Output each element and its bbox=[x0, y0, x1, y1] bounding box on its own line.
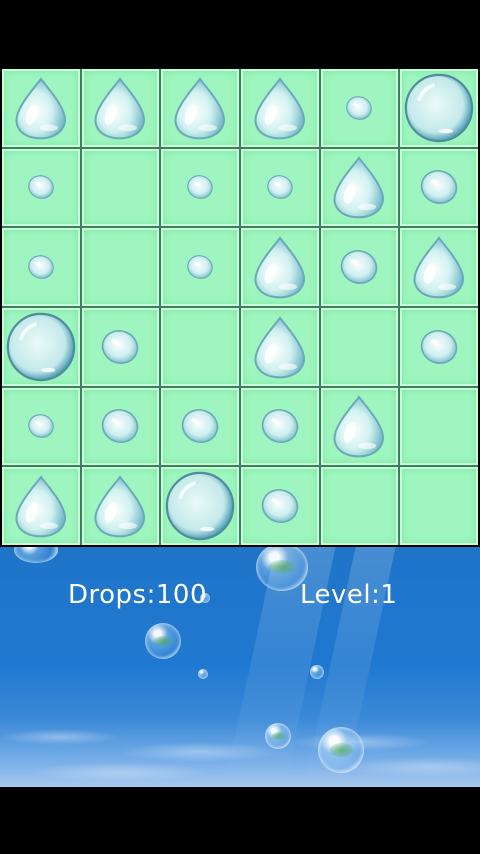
large-drop-icon bbox=[167, 75, 233, 141]
small-drop-icon bbox=[24, 253, 58, 281]
board-tile[interactable] bbox=[2, 387, 80, 466]
drops-counter: Drops:100 bbox=[68, 580, 207, 610]
large-drop-icon bbox=[247, 75, 313, 141]
floating-bubble bbox=[145, 623, 181, 659]
board-tile[interactable] bbox=[240, 387, 319, 466]
level-indicator: Level:1 bbox=[300, 580, 398, 610]
large-drop-icon bbox=[87, 75, 153, 141]
large-drop-icon bbox=[247, 234, 313, 300]
board-tile[interactable] bbox=[161, 307, 239, 386]
board-tile[interactable] bbox=[161, 228, 239, 306]
medium-drop-icon bbox=[176, 406, 224, 446]
board-tile[interactable] bbox=[81, 387, 160, 466]
medium-drop-icon bbox=[415, 327, 463, 367]
board-tile[interactable] bbox=[320, 228, 399, 306]
board-tile[interactable] bbox=[81, 148, 160, 227]
large-drop-icon bbox=[87, 473, 153, 539]
large-drop-icon bbox=[8, 75, 74, 141]
medium-drop-icon bbox=[96, 406, 144, 446]
small-drop-icon bbox=[263, 173, 297, 201]
medium-drop-icon bbox=[335, 247, 383, 287]
board-tile[interactable] bbox=[161, 387, 239, 466]
floating-bubble bbox=[198, 669, 208, 679]
board-tile[interactable] bbox=[320, 387, 399, 466]
board-tile[interactable] bbox=[2, 69, 80, 147]
small-drop-icon bbox=[342, 94, 376, 122]
board-tile[interactable] bbox=[81, 69, 160, 147]
board-tile[interactable] bbox=[400, 228, 478, 306]
board-tile[interactable] bbox=[400, 69, 478, 147]
floating-bubble bbox=[265, 723, 291, 749]
board-tile[interactable] bbox=[161, 69, 239, 147]
medium-drop-icon bbox=[256, 486, 304, 526]
board-tile[interactable] bbox=[320, 307, 399, 386]
board-tile[interactable] bbox=[320, 467, 399, 545]
bubble-icon bbox=[5, 311, 77, 383]
sea-floor bbox=[0, 717, 480, 787]
game-board bbox=[2, 69, 478, 545]
board-tile[interactable] bbox=[400, 148, 478, 227]
small-drop-icon bbox=[183, 173, 217, 201]
large-drop-icon bbox=[406, 234, 472, 300]
floating-bubble bbox=[310, 665, 324, 679]
board-tile[interactable] bbox=[320, 148, 399, 227]
board-tile[interactable] bbox=[81, 307, 160, 386]
board-tile[interactable] bbox=[2, 228, 80, 306]
board-tile[interactable] bbox=[161, 148, 239, 227]
bubble-icon bbox=[403, 72, 475, 144]
small-drop-icon bbox=[24, 412, 58, 440]
large-drop-icon bbox=[326, 154, 392, 220]
bubble-icon bbox=[164, 470, 236, 542]
board-tile[interactable] bbox=[2, 467, 80, 545]
small-drop-icon bbox=[183, 253, 217, 281]
board-tile[interactable] bbox=[240, 467, 319, 545]
large-drop-icon bbox=[8, 473, 74, 539]
board-tile[interactable] bbox=[320, 69, 399, 147]
board-tile[interactable] bbox=[400, 307, 478, 386]
large-drop-icon bbox=[247, 314, 313, 380]
board-tile[interactable] bbox=[400, 467, 478, 545]
board-tile[interactable] bbox=[400, 387, 478, 466]
floating-bubble bbox=[318, 727, 364, 773]
board-tile[interactable] bbox=[240, 148, 319, 227]
board-tile[interactable] bbox=[2, 148, 80, 227]
medium-drop-icon bbox=[415, 167, 463, 207]
board-tile[interactable] bbox=[240, 228, 319, 306]
board-tile[interactable] bbox=[81, 228, 160, 306]
floating-bubble bbox=[14, 547, 58, 563]
board-tile[interactable] bbox=[2, 307, 80, 386]
large-drop-icon bbox=[326, 393, 392, 459]
board-tile[interactable] bbox=[240, 69, 319, 147]
board-tile[interactable] bbox=[161, 467, 239, 545]
board-tile[interactable] bbox=[81, 467, 160, 545]
medium-drop-icon bbox=[96, 327, 144, 367]
board-tile[interactable] bbox=[240, 307, 319, 386]
small-drop-icon bbox=[24, 173, 58, 201]
medium-drop-icon bbox=[256, 406, 304, 446]
